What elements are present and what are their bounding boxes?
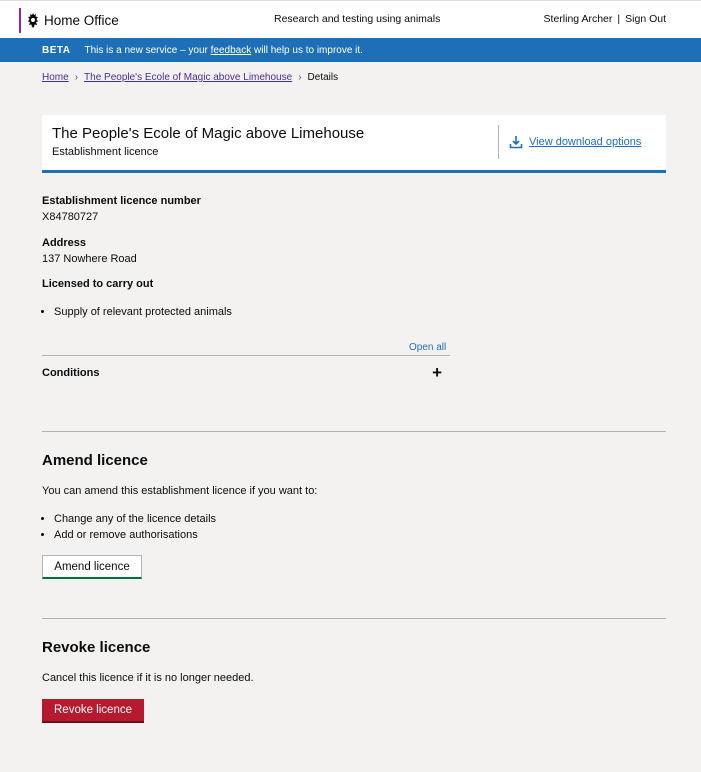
brand-name: Home Office bbox=[44, 13, 119, 28]
amend-intro: You can amend this establishment licence… bbox=[42, 485, 318, 497]
section-divider bbox=[42, 431, 666, 432]
chevron-right-icon: › bbox=[298, 72, 302, 83]
breadcrumb: Home › The People's Ecole of Magic above… bbox=[42, 72, 338, 83]
licence-number-value: X84780727 bbox=[42, 211, 99, 223]
beta-text-after: will help us to improve it. bbox=[251, 44, 363, 56]
user-nav: Sterling Archer | Sign Out bbox=[544, 13, 666, 25]
list-item: Change any of the licence details bbox=[54, 511, 216, 527]
site-header: Home Office Research and testing using a… bbox=[0, 0, 701, 38]
licensed-list: Supply of relevant protected animals bbox=[40, 304, 232, 320]
beta-banner: BETA This is a new service – your feedba… bbox=[0, 38, 701, 62]
address-label: Address bbox=[42, 237, 87, 249]
user-name-link[interactable]: Sterling Archer bbox=[544, 13, 613, 25]
service-name[interactable]: Research and testing using animals bbox=[274, 13, 440, 25]
amend-heading: Amend licence bbox=[42, 452, 148, 469]
section-divider bbox=[42, 618, 666, 619]
beta-text-before: This is a new service – your bbox=[84, 44, 211, 56]
amend-licence-button[interactable]: Amend licence bbox=[42, 555, 142, 579]
breadcrumb-home[interactable]: Home bbox=[42, 72, 69, 83]
beta-message: This is a new service – your feedback wi… bbox=[84, 45, 362, 56]
revoke-licence-button[interactable]: Revoke licence bbox=[42, 699, 144, 723]
list-item: Add or remove authorisations bbox=[54, 527, 216, 543]
page-title: The People's Ecole of Magic above Limeho… bbox=[52, 125, 365, 142]
address-value: 137 Nowhere Road bbox=[42, 253, 137, 265]
amend-list: Change any of the licence details Add or… bbox=[40, 511, 216, 543]
conditions-accordion[interactable]: Conditions + bbox=[42, 355, 450, 393]
nav-separator: | bbox=[617, 13, 621, 25]
licence-number-label: Establishment licence number bbox=[42, 195, 201, 207]
sign-out-link[interactable]: Sign Out bbox=[625, 13, 666, 25]
revoke-heading: Revoke licence bbox=[42, 639, 151, 656]
download-options-label[interactable]: View download options bbox=[529, 136, 641, 148]
home-office-logo[interactable]: Home Office bbox=[19, 8, 119, 33]
open-all-button[interactable]: Open all bbox=[409, 342, 446, 353]
breadcrumb-establishment[interactable]: The People's Ecole of Magic above Limeho… bbox=[84, 72, 292, 83]
download-options-link[interactable]: View download options bbox=[509, 135, 641, 149]
beta-tag: BETA bbox=[42, 44, 71, 56]
page-subtitle: Establishment licence bbox=[52, 146, 159, 158]
conditions-title: Conditions bbox=[42, 367, 100, 379]
feedback-link[interactable]: feedback bbox=[211, 45, 252, 56]
title-panel: The People's Ecole of Magic above Limeho… bbox=[42, 115, 666, 173]
breadcrumb-current: Details bbox=[307, 72, 339, 83]
royal-crest-icon bbox=[28, 13, 38, 28]
revoke-intro: Cancel this licence if it is no longer n… bbox=[42, 672, 254, 684]
plus-icon: + bbox=[432, 363, 442, 382]
chevron-right-icon: › bbox=[74, 72, 79, 83]
licensed-label: Licensed to carry out bbox=[42, 278, 154, 290]
list-item: Supply of relevant protected animals bbox=[54, 304, 232, 320]
divider bbox=[498, 125, 499, 159]
download-icon bbox=[509, 136, 523, 149]
